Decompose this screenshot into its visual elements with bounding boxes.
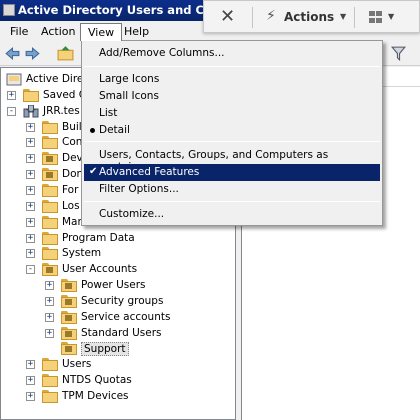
folder-icon	[42, 215, 58, 229]
ou-folder-icon	[61, 310, 77, 324]
menu-item-add-remove-columns[interactable]: Add/Remove Columns...	[84, 45, 380, 62]
menu-separator	[84, 201, 380, 202]
expand-icon[interactable]: +	[26, 233, 35, 243]
action-bar-divider	[252, 7, 253, 28]
expand-icon[interactable]: +	[26, 138, 35, 148]
tree-node-label: TPM Devices	[62, 390, 129, 402]
menu-help[interactable]: Help	[117, 23, 156, 41]
expand-icon[interactable]: +	[26, 217, 35, 227]
tree-node-label: JRR.tes	[43, 104, 80, 117]
folder-icon	[42, 231, 58, 245]
expand-icon[interactable]: +	[26, 201, 35, 211]
tree-node-label: Program Data	[62, 231, 135, 244]
expand-icon[interactable]: +	[26, 185, 35, 195]
menu-action[interactable]: Action	[34, 23, 82, 41]
tree-node-label: Buil	[62, 120, 82, 133]
ou-folder-icon	[42, 168, 58, 182]
lightning-icon: ⚡	[266, 8, 276, 24]
ou-folder-icon	[61, 342, 77, 356]
folder-icon	[42, 358, 58, 372]
tree-node-label: Power Users	[81, 279, 146, 292]
tree-node-label: For	[62, 183, 79, 196]
action-bar-divider	[354, 7, 355, 28]
folder-icon	[42, 183, 58, 197]
expand-icon[interactable]: +	[45, 296, 54, 306]
expand-icon[interactable]: +	[45, 312, 54, 322]
folder-icon	[42, 120, 58, 134]
windows-icon[interactable]	[369, 11, 383, 24]
menu-view[interactable]: View	[80, 23, 123, 41]
expand-icon[interactable]: +	[26, 249, 35, 259]
menu-item-large-icons[interactable]: Large Icons	[84, 71, 380, 88]
up-folder-icon[interactable]	[57, 45, 74, 62]
menu-separator	[84, 141, 380, 142]
chevron-down-icon[interactable]: ▼	[388, 12, 394, 21]
menu-file[interactable]: File	[3, 23, 35, 41]
folder-icon	[42, 247, 58, 261]
menu-item-list[interactable]: List	[84, 105, 380, 122]
filter-icon[interactable]	[390, 45, 407, 62]
menu-item-containers[interactable]: Users, Contacts, Groups, and Computers a…	[84, 147, 380, 173]
folder-icon	[42, 374, 58, 388]
folder-icon	[42, 199, 58, 213]
folder-icon	[23, 88, 39, 102]
expand-icon[interactable]: +	[26, 122, 35, 132]
selected-bullet-icon	[90, 128, 95, 133]
collapse-icon[interactable]: -	[26, 265, 35, 275]
expand-icon[interactable]: +	[26, 376, 35, 386]
tree-node-label: Con	[62, 136, 83, 149]
checkmark-icon: ✔	[89, 166, 98, 177]
view-menu: Add/Remove Columns... Large Icons Small …	[81, 40, 383, 226]
tree-node-label: Security groups	[81, 294, 164, 307]
tree-node-label: Dev	[62, 152, 83, 165]
collapse-icon[interactable]: -	[7, 106, 16, 116]
app-icon	[3, 4, 15, 16]
menu-item-small-icons[interactable]: Small Icons	[84, 88, 380, 105]
tree-node-label: NTDS Quotas	[62, 374, 132, 387]
ou-folder-icon	[61, 294, 77, 308]
actions-button[interactable]: Actions	[284, 10, 334, 24]
menu-item-customize[interactable]: Customize...	[84, 206, 380, 223]
expand-icon[interactable]: +	[7, 90, 16, 100]
folder-icon	[42, 390, 58, 403]
expand-icon[interactable]: +	[26, 170, 35, 180]
menu-item-advanced-features[interactable]: ✔ Advanced Features	[84, 164, 380, 181]
action-bar: ✕ ⚡ Actions ▼ ▼	[203, 0, 420, 33]
chevron-down-icon[interactable]: ▼	[340, 12, 346, 21]
tree-node-label: Service accounts	[81, 310, 171, 323]
back-arrow-icon[interactable]	[4, 45, 21, 62]
expand-icon[interactable]: +	[45, 328, 54, 338]
menu-item-filter-options[interactable]: Filter Options...	[84, 181, 380, 198]
tree-node-label: System	[62, 247, 102, 260]
menu-separator	[84, 66, 380, 67]
tree-node-label: Standard Users	[81, 326, 162, 339]
tree-node-label: Users	[62, 358, 92, 371]
tree-node-label: User Accounts	[62, 263, 138, 276]
ou-folder-icon	[42, 263, 58, 277]
expand-icon[interactable]: +	[26, 360, 35, 370]
ou-folder-icon	[61, 326, 77, 340]
tree-node-label: Mar	[62, 215, 82, 228]
forward-arrow-icon[interactable]	[24, 45, 41, 62]
domain-icon	[23, 104, 39, 118]
tree-node-label: Don	[62, 168, 84, 181]
console-icon	[6, 73, 22, 86]
expand-icon[interactable]: +	[45, 281, 54, 291]
close-icon[interactable]: ✕	[220, 6, 235, 27]
tree-node-label: Support	[81, 342, 129, 357]
expand-icon[interactable]: +	[26, 392, 35, 401]
ou-folder-icon	[42, 152, 58, 166]
menu-item-detail[interactable]: Detail	[84, 122, 380, 139]
tree-node-label: Los	[62, 199, 80, 212]
ou-folder-icon	[61, 279, 77, 293]
folder-icon	[42, 136, 58, 150]
expand-icon[interactable]: +	[26, 154, 35, 164]
